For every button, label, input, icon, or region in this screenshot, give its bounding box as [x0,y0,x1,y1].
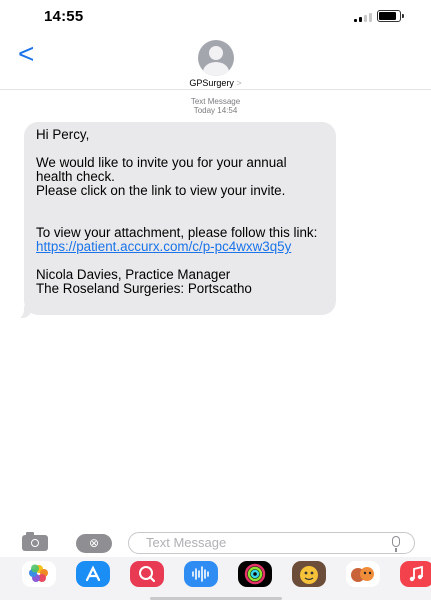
message-timestamp: Today 14:54 [193,106,238,115]
avatar-body [203,62,229,76]
link-prefix: To view your attachment, please follow t… [36,225,318,240]
message-input[interactable]: Text Message [128,532,415,554]
contact-avatar[interactable] [198,40,234,76]
memoji-icon[interactable] [292,561,326,587]
app-drawer [0,557,431,600]
back-button[interactable]: < [18,40,34,68]
battery-icon [377,10,401,22]
signature-line-1: Nicola Davies, Practice Manager [36,267,231,282]
app-store-icon[interactable] [76,561,110,587]
avatar-head [209,46,223,60]
chevron-right-icon: > [236,78,242,88]
message-input-placeholder: Text Message [146,535,227,550]
search-images-icon[interactable] [130,561,164,587]
signal-icon [354,12,372,22]
animoji-icon[interactable] [346,561,380,587]
battery-tip [402,14,404,18]
message-paragraph-2: Please click on the link to view your in… [36,183,286,198]
camera-icon[interactable] [22,532,48,551]
contact-name-row[interactable]: GPSurgery > [0,78,431,88]
audio-message-icon[interactable] [184,561,218,587]
message-text: Hi Percy, We would like to invite you fo… [36,128,324,296]
compose-bar: ⊗ Text Message [0,531,431,555]
greeting: Hi Percy, [36,127,90,142]
appstore-icon[interactable]: ⊗ [76,534,112,553]
activity-icon[interactable] [238,561,272,587]
message-type-label: Text Message [190,97,241,106]
music-icon[interactable] [400,561,431,587]
invite-link[interactable]: https://patient.accurx.com/c/p-pc4wxw3q5… [36,239,291,254]
contact-name: GPSurgery [189,78,234,88]
message-bubble[interactable]: Hi Percy, We would like to invite you fo… [24,122,336,315]
status-bar: 14:55 [0,0,431,34]
message-paragraph-3: To view your attachment, please follow t… [36,226,324,254]
message-meta: Text Message Today 14:54 [0,97,431,115]
mic-icon[interactable] [392,536,400,552]
signature-line-2: The Roseland Surgeries: Portscatho [36,281,252,296]
message-paragraph-1: We would like to invite you for your ann… [36,155,287,184]
clock: 14:55 [44,8,84,25]
conversation-header: < GPSurgery > [0,34,431,90]
photos-icon[interactable] [22,561,56,587]
